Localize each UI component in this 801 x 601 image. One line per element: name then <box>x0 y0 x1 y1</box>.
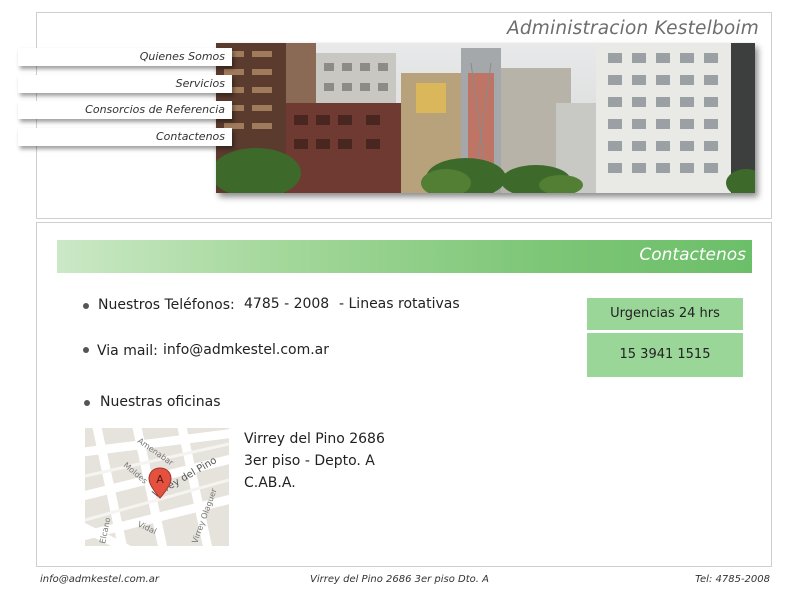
map-marker-letter: A <box>156 473 164 486</box>
nav-item-label: Contactenos <box>156 129 225 143</box>
nav-item-servicios[interactable]: Servicios <box>18 74 232 93</box>
urgencias-number-box: 15 3941 1515 <box>587 333 743 377</box>
section-title: Contactenos <box>639 245 746 265</box>
address-line-3: C.AB.A. <box>244 475 296 491</box>
nav-item-label: Servicios <box>175 76 225 90</box>
nav-item-consorcios[interactable]: Consorcios de Referencia <box>18 101 232 119</box>
phones-number: 4785 - 2008 <box>244 296 330 312</box>
bullet-icon <box>83 303 89 309</box>
nav-item-quienes-somos[interactable]: Quienes Somos <box>18 48 232 66</box>
address-line-2: 3er piso - Depto. A <box>244 453 375 469</box>
section-title-bar: Contactenos <box>57 240 752 273</box>
hero-cityscape-image <box>216 43 755 193</box>
address-line-1: Virrey del Pino 2686 <box>244 431 385 447</box>
urgencias-number: 15 3941 1515 <box>619 347 711 362</box>
footer-phone: Tel: 4785-2008 <box>695 574 770 585</box>
footer-address: Virrey del Pino 2686 3er piso Dto. A <box>310 574 489 585</box>
main-nav: Quienes Somos Servicios Consorcios de Re… <box>18 48 232 154</box>
bullet-icon <box>83 347 89 353</box>
urgencias-label-box: Urgencias 24 hrs <box>587 298 743 330</box>
phones-label: Nuestros Teléfonos: <box>98 297 235 313</box>
office-map[interactable]: Amenabar Virrey del Pino Moldes Elcano V… <box>85 428 229 546</box>
bullet-icon <box>84 400 90 406</box>
site-title: Administracion Kestelboim <box>507 18 759 39</box>
mail-label: Via mail: <box>97 343 158 359</box>
nav-item-contactenos[interactable]: Contactenos <box>18 127 232 146</box>
offices-label: Nuestras oficinas <box>100 394 221 410</box>
phones-note: - Lineas rotativas <box>339 296 460 312</box>
urgencias-label: Urgencias 24 hrs <box>610 306 720 321</box>
nav-item-label: Quienes Somos <box>139 50 225 63</box>
mail-link[interactable]: info@admkestel.com.ar <box>163 342 329 358</box>
footer-email[interactable]: info@admkestel.com.ar <box>40 574 159 585</box>
nav-item-label: Consorcios de Referencia <box>85 103 225 116</box>
